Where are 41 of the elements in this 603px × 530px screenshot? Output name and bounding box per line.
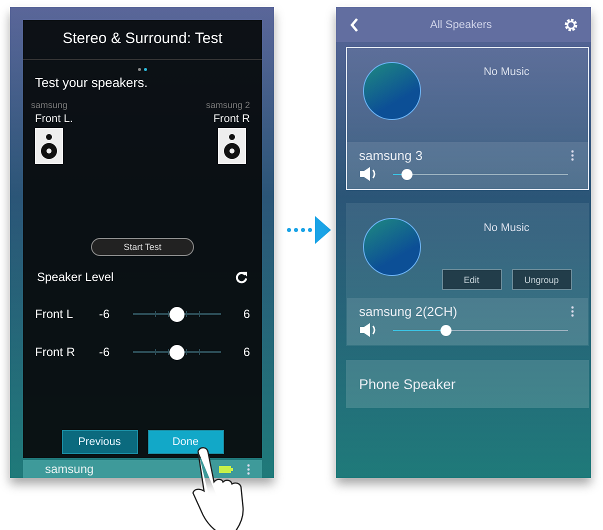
speaker-card[interactable]: No Music Edit Ungroup samsung 2(2CH) [346, 203, 589, 346]
speaker-row[interactable]: samsung [23, 460, 262, 478]
card-button[interactable]: Edit [442, 269, 502, 290]
device-name: samsung [31, 100, 68, 110]
more-icon[interactable] [571, 150, 574, 161]
settings-icon[interactable] [562, 16, 579, 32]
channel-label: Front L [35, 307, 74, 321]
channel-label: Front R [213, 113, 250, 125]
more-icon[interactable] [571, 306, 574, 317]
battery-icon [219, 466, 233, 473]
back-icon[interactable] [350, 18, 359, 32]
status-text: No Music [484, 66, 530, 78]
start-test-button[interactable]: Start Test [90, 238, 194, 256]
header-title: All Speakers [430, 18, 492, 30]
status-text: No Music [484, 222, 530, 234]
speaker-name: samsung 2(2CH) [359, 304, 458, 319]
max-value: 6 [243, 307, 250, 321]
channel-label: Front R [35, 345, 76, 359]
speaker-name: samsung [45, 462, 94, 476]
speaker-name: Phone Speaker [359, 376, 456, 392]
slider-thumb[interactable] [170, 344, 184, 360]
max-value: 6 [243, 345, 250, 359]
channel-label: Front L. [35, 113, 73, 125]
speaker-card[interactable]: No Music samsung 3 [346, 47, 589, 190]
speaker-name: samsung 3 [359, 148, 423, 163]
reset-icon[interactable] [235, 270, 248, 284]
arrow-drawing [286, 215, 332, 245]
min-value: -6 [99, 345, 111, 359]
instruction-text: Test your speakers. [34, 74, 149, 90]
min-value: -6 [99, 307, 111, 321]
speaker-icon [35, 128, 63, 164]
slider-thumb[interactable] [440, 324, 451, 336]
dialog-title: Stereo & Surround: Test [23, 20, 262, 60]
slider-thumb[interactable] [402, 168, 412, 180]
slider-thumb[interactable] [170, 306, 184, 322]
card-button[interactable]: Ungroup [512, 269, 572, 290]
section-heading: Speaker Level [37, 270, 114, 284]
phone-speaker-card[interactable]: Phone Speaker [346, 360, 589, 408]
device-name: samsung 2 [206, 100, 250, 110]
speaker-icon [218, 128, 246, 164]
dialog-button[interactable]: Previous [62, 430, 138, 454]
